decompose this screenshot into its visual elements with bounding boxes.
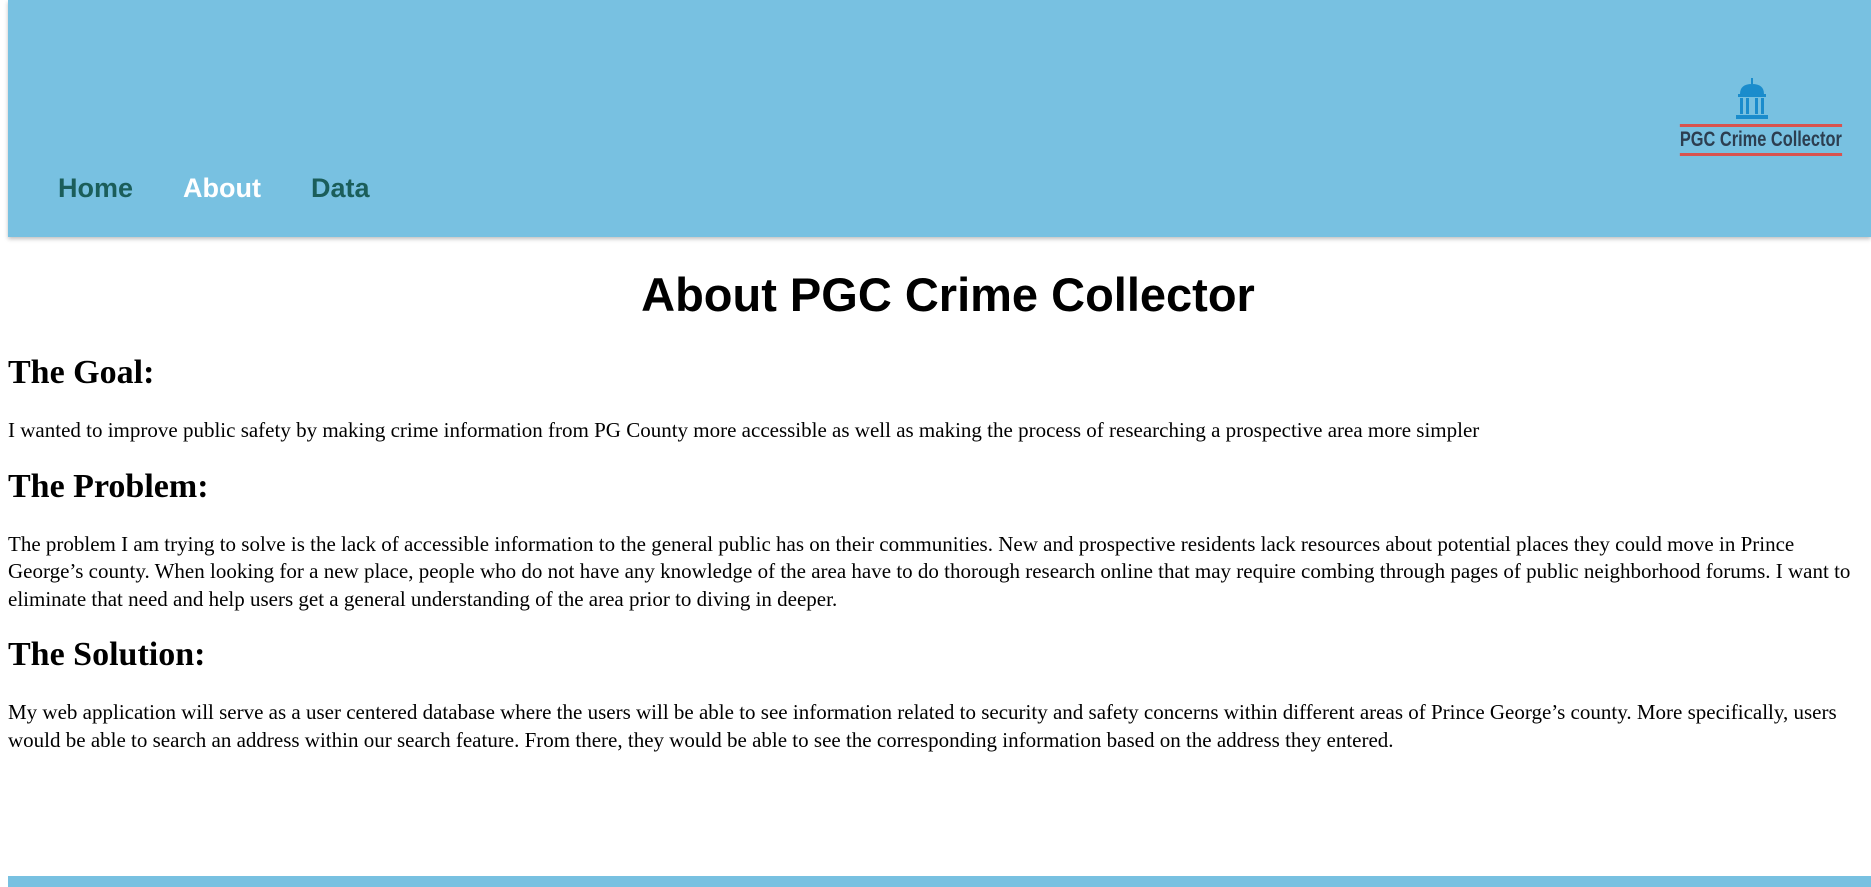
goal-text: I wanted to improve public safety by mak… <box>8 418 1480 442</box>
problem-text: The problem I am trying to solve is the … <box>8 531 1851 611</box>
problem-heading: The Problem: <box>8 467 209 505</box>
goal-section: The Goal: I wanted to improve public saf… <box>8 353 1868 445</box>
capitol-building-icon <box>1736 78 1768 119</box>
about-content: The Goal: I wanted to improve public saf… <box>8 345 1868 776</box>
logo-text: PGC Crime Collector <box>1679 124 1842 156</box>
nav-data-link[interactable]: Data <box>311 173 370 204</box>
solution-heading: The Solution: <box>8 636 206 673</box>
main-nav: Home About Data <box>58 173 370 204</box>
solution-section: The Solution: My web application will se… <box>8 635 1868 754</box>
problem-section: The Problem: The problem I am trying to … <box>8 467 1868 614</box>
goal-heading: The Goal: <box>8 354 155 391</box>
solution-text: My web application will serve as a user … <box>8 700 1837 752</box>
nav-about-link[interactable]: About <box>183 173 261 204</box>
nav-home-link[interactable]: Home <box>58 173 133 204</box>
site-logo[interactable]: PGC Crime Collector <box>1657 78 1847 160</box>
page-title: About PGC Crime Collector <box>641 268 1255 321</box>
site-header: Home About Data PGC Crime Collector <box>8 0 1871 237</box>
site-footer <box>8 876 1871 887</box>
